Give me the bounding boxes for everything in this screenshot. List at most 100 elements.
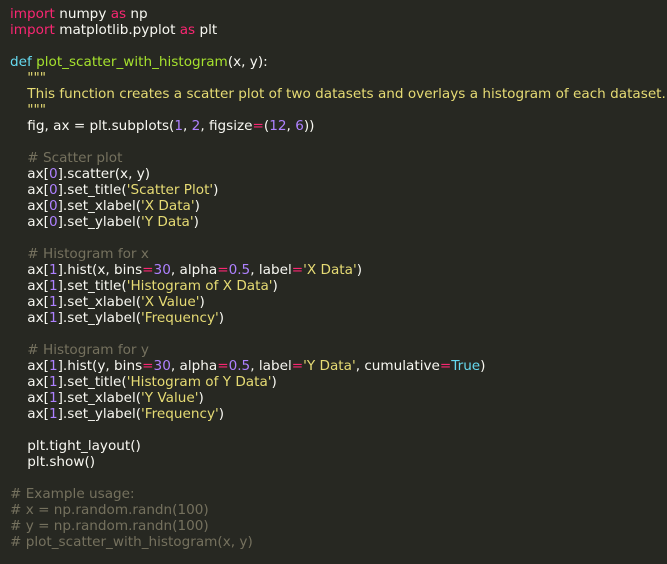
code-line: plt.show() [10,454,662,470]
code-line: import numpy as np [10,6,662,22]
code-line: # Histogram for y [10,342,662,358]
code-token: ax[ [10,294,49,310]
string-token: 'Histogram of X Data' [126,278,273,294]
operator-token: = [217,358,229,374]
number-token: 1 [48,406,58,422]
code-token: ax[ [10,406,49,422]
number-token: 12 [269,118,287,134]
operator-token: = [291,262,304,278]
number-token: 1 [174,118,184,134]
number-token: 1 [48,374,58,390]
code-token: ) [480,358,486,374]
comment-token: # Scatter plot [10,150,123,166]
code-line: ax[1].hist(y, bins=30, alpha=0.5, label=… [10,358,662,374]
comment-token: # Example usage: [10,486,135,502]
number-token: 1 [48,310,58,326]
code-line: plt.tight_layout() [10,438,662,454]
comment-token: # x = np.random.randn(100) [10,502,209,518]
string-token: """ [10,102,47,118]
keyword-token: import [10,6,55,22]
code-line: ax[1].set_xlabel('Y Value') [10,390,662,406]
string-token: 'Frequency' [141,310,219,326]
code-token: , [286,118,296,134]
code-line: ax[1].hist(x, bins=30, alpha=0.5, label=… [10,262,662,278]
code-token: plt.tight_layout() [10,438,141,454]
string-token: 'X Value' [141,294,200,310]
string-token: 'Frequency' [141,406,219,422]
code-token: ax[ [10,198,49,214]
comment-token: # y = np.random.randn(100) [10,518,209,534]
code-token: ) [218,406,225,422]
code-token: , label [250,262,292,278]
code-line: """ [10,70,662,86]
code-line: ax[1].set_title('Histogram of X Data') [10,278,662,294]
code-line: # Scatter plot [10,150,662,166]
code-token: ].set_title( [57,278,127,294]
code-token: ].set_xlabel( [57,294,142,310]
builtin-token: True [451,358,481,374]
code-token: ].set_ylabel( [57,310,142,326]
code-token: , label [250,358,292,374]
code-token: ) [218,310,225,326]
string-token: 'Y Data' [141,214,194,230]
code-token: , figsize [200,118,253,134]
code-token: (x, y): [227,54,268,70]
code-line: def plot_scatter_with_histogram(x, y): [10,54,662,70]
string-token: """ [10,70,47,86]
code-line: # y = np.random.randn(100) [10,518,662,534]
number-token: 1 [48,358,58,374]
code-line: ax[0].set_ylabel('Y Data') [10,214,662,230]
number-token: 30 [153,358,171,374]
comment-token: # Histogram for y [10,342,149,358]
code-token: ax[ [10,358,49,374]
code-line: ax[0].set_title('Scatter Plot') [10,182,662,198]
number-token: 0.5 [228,358,251,374]
code-line: fig, ax = plt.subplots(1, 2, figsize=(12… [10,118,662,134]
code-token: ax[ [10,278,49,294]
function-name-token: plot_scatter_with_histogram [36,54,228,70]
code-line: # Histogram for x [10,246,662,262]
number-token: 1 [48,294,58,310]
string-token: 'Y Value' [141,390,199,406]
string-token: 'Histogram of Y Data' [126,374,272,390]
code-view[interactable]: import numpy as np import matplotlib.pypl… [10,6,666,550]
code-token: ax[ [10,214,49,230]
code-token: , alpha [170,358,218,374]
number-token: 1 [48,262,58,278]
code-token: fig, ax = plt.subplots( [10,118,175,134]
code-token: plt.show() [10,454,96,470]
code-token: ].set_ylabel( [57,214,142,230]
code-token: ax[ [10,182,49,198]
code-line: ax[1].set_ylabel('Frequency') [10,406,662,422]
code-line: # plot_scatter_with_histogram(x, y) [10,534,662,550]
string-token: This function creates a scatter plot of … [10,86,666,102]
number-token: 0 [48,182,58,198]
code-token: ax[ [10,166,49,182]
number-token: 1 [48,390,58,406]
operator-token: = [291,358,304,374]
code-token: ) [271,374,277,390]
string-token: 'X Data' [303,262,357,278]
code-token: ].hist(x, bins [57,262,143,278]
number-token: 30 [153,262,171,278]
code-line: ax[1].set_ylabel('Frequency') [10,310,662,326]
number-token: 6 [295,118,304,134]
code-line: ax[0].scatter(x, y) [10,166,662,182]
code-token: , alpha [170,262,218,278]
string-token: 'Scatter Plot' [126,182,214,198]
code-line: ax[0].set_xlabel('X Data') [10,198,662,214]
code-token: ) [213,182,219,198]
code-token: numpy [54,6,111,22]
code-line: import matplotlib.pyplot as plt [10,22,662,38]
code-token: ) [199,294,205,310]
code-token: plt [195,22,218,38]
code-token: ].set_xlabel( [57,390,142,406]
code-line: # x = np.random.randn(100) [10,502,662,518]
code-line: # Example usage: [10,486,662,502]
